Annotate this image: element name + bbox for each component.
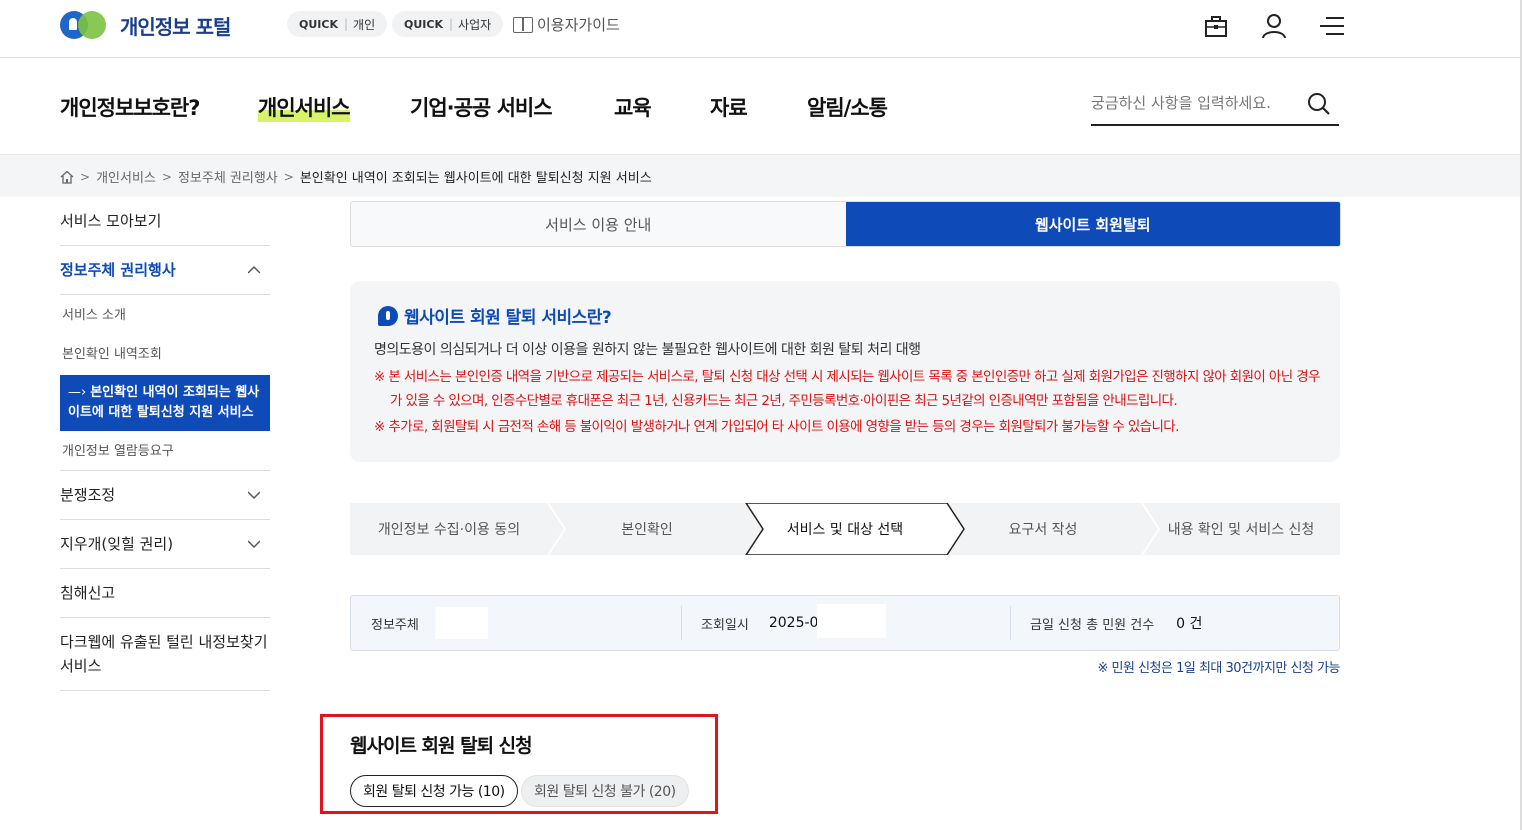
sidebar-item-label: 다크웹에 유출된 털린 내정보찾기 서비스 — [60, 633, 268, 675]
sidebar-item-rights[interactable]: 정보주체 권리행사 — [60, 246, 270, 295]
arrow-right-icon: —› — [68, 385, 87, 400]
info-note-1: ※ 본 서비스는 본인인증 내역을 기반으로 제공되는 서비스로, 탈퇴 신청 … — [374, 369, 1321, 409]
inquiry-status-box: 정보주체 조회일시 2025-0 금일 신청 총 민원 건수 0 건 — [350, 595, 1340, 651]
submenu-withdraw-service[interactable]: —› 본인확인 내역이 조회되는 웹사이트에 대한 탈퇴신청 지원 서비스 — [60, 375, 270, 431]
nav-about[interactable]: 개인정보보호란? — [60, 92, 200, 122]
sidebar-item-eraser[interactable]: 지우개(잊힐 권리) — [60, 520, 270, 569]
quick-personal-button[interactable]: QUICK | 개인 — [287, 11, 388, 37]
submenu-active-label: 본인확인 내역이 조회되는 웹사이트에 대한 탈퇴신청 지원 서비스 — [68, 385, 260, 420]
limit-note: ※ 민원 신청은 1일 최대 30건까지만 신청 가능 — [1097, 661, 1341, 676]
sidebar-item-label: 분쟁조정 — [60, 486, 116, 504]
sidebar-item-darkweb[interactable]: 다크웹에 유출된 털린 내정보찾기 서비스 — [60, 618, 270, 691]
count-label: 금일 신청 총 민원 건수 — [1030, 617, 1155, 633]
info-title-text: 웹사이트 회원 탈퇴 서비스란? — [404, 308, 612, 328]
sidebar-item-label: 침해신고 — [60, 584, 116, 602]
quick-tag: QUICK — [404, 17, 443, 31]
quick-tag: QUICK — [299, 17, 338, 31]
service-tabs: 서비스 이용 안내 웹사이트 회원탈퇴 — [350, 201, 1341, 247]
masked-subject — [435, 607, 488, 639]
breadcrumb-current: 본인확인 내역이 조회되는 웹사이트에 대한 탈퇴신청 지원 서비스 — [299, 171, 652, 186]
status-count: 금일 신청 총 민원 건수 0 건 — [1030, 596, 1202, 650]
breadcrumb-bar: > 개인서비스 > 정보주체 권리행사 > 본인확인 내역이 조회되는 웹사이트… — [0, 155, 1522, 197]
status-time: 조회일시 2025-0 — [701, 596, 818, 650]
search-box — [1091, 87, 1339, 126]
info-description: 명의도용이 의심되거나 더 이상 이용을 원하지 않는 불필요한 웹사이트에 대… — [374, 342, 921, 358]
nav-resources[interactable]: 자료 — [710, 92, 748, 122]
info-bubble-icon — [378, 305, 398, 326]
top-bar: 개인정보 포털 QUICK | 개인 QUICK | 사업자 이용자가이드 — [0, 0, 1522, 58]
sidebar-item-report[interactable]: 침해신고 — [60, 569, 270, 618]
submenu-access-request[interactable]: 개인정보 열람등요구 — [60, 431, 270, 471]
tab-withdraw-impossible[interactable]: 회원 탈퇴 신청 불가 (20) — [521, 775, 689, 807]
search-input[interactable] — [1091, 87, 1301, 119]
nav-business-service[interactable]: 기업·공공 서비스 — [410, 92, 553, 122]
sidebar-item-label: 서비스 모아보기 — [60, 212, 162, 230]
sidebar-item-label: 정보주체 권리행사 — [60, 261, 176, 279]
breadcrumb-item[interactable]: 정보주체 권리행사 — [178, 167, 278, 186]
subject-label: 정보주체 — [371, 617, 419, 633]
step-identity: 본인확인 — [621, 522, 673, 538]
sidebar-submenu: 서비스 소개 본인확인 내역조회 —› 본인확인 내역이 조회되는 웹사이트에 대… — [60, 295, 270, 471]
step-write-request: 요구서 작성 — [1008, 522, 1078, 538]
user-icon[interactable] — [1260, 12, 1288, 40]
nav-education[interactable]: 교육 — [614, 92, 652, 122]
breadcrumb-item[interactable]: 개인서비스 — [96, 167, 156, 186]
tab-withdraw-possible[interactable]: 회원 탈퇴 신청 가능 (10) — [350, 775, 518, 807]
nav-personal-service[interactable]: 개인서비스 — [258, 92, 351, 122]
count-value: 0 건 — [1176, 616, 1203, 632]
briefcase-icon[interactable] — [1202, 12, 1230, 40]
quick-personal-label: 개인 — [353, 17, 376, 32]
book-icon — [513, 16, 533, 33]
logo-icon — [60, 10, 108, 40]
submenu-service-intro[interactable]: 서비스 소개 — [60, 297, 270, 335]
portal-logo[interactable]: 개인정보 포털 — [60, 10, 231, 40]
sidebar-item-service-collection[interactable]: 서비스 모아보기 — [60, 197, 270, 246]
user-guide-link[interactable]: 이용자가이드 — [513, 14, 620, 35]
home-icon[interactable] — [60, 170, 74, 184]
step-consent: 개인정보 수집·이용 동의 — [377, 522, 521, 538]
info-note-2: ※ 추가로, 회원탈퇴 시 금전적 손해 등 불이익이 발생하거나 연계 가입되… — [374, 419, 1179, 435]
chevron-right-icon: > — [161, 169, 172, 184]
logo-text: 개인정보 포털 — [120, 14, 231, 39]
sidebar-menu: 서비스 모아보기 정보주체 권리행사 서비스 소개 본인확인 내역조회 —› 본인… — [60, 197, 270, 691]
quick-business-label: 사업자 — [458, 17, 492, 32]
breadcrumb: > 개인서비스 > 정보주체 권리행사 > 본인확인 내역이 조회되는 웹사이트… — [60, 167, 652, 186]
sidebar-item-label: 지우개(잊힐 권리) — [60, 535, 174, 553]
submenu-auth-history[interactable]: 본인확인 내역조회 — [60, 335, 270, 375]
nav-notice[interactable]: 알림/소통 — [807, 92, 888, 122]
step-confirm-apply: 내용 확인 및 서비스 신청 — [1167, 522, 1315, 538]
withdraw-title: 웹사이트 회원 탈퇴 신청 — [350, 735, 533, 757]
progress-steps: 개인정보 수집·이용 동의 본인확인 서비스 및 대상 선택 요구서 작성 내용… — [350, 503, 1340, 555]
info-title: 웹사이트 회원 탈퇴 서비스란? — [378, 303, 612, 328]
user-guide-label: 이용자가이드 — [537, 16, 620, 34]
chevron-down-icon[interactable] — [248, 489, 260, 501]
step-select-target: 서비스 및 대상 선택 — [786, 522, 904, 538]
quick-business-button[interactable]: QUICK | 사업자 — [392, 11, 504, 37]
search-icon[interactable] — [1307, 92, 1331, 116]
time-label: 조회일시 — [701, 617, 749, 633]
menu-icon[interactable] — [1318, 12, 1346, 40]
service-info-box: 웹사이트 회원 탈퇴 서비스란? 명의도용이 의심되거나 더 이상 이용을 원하… — [350, 281, 1340, 462]
chevron-right-icon: > — [283, 169, 294, 184]
chevron-up-icon[interactable] — [248, 264, 260, 276]
tab-website-withdraw[interactable]: 웹사이트 회원탈퇴 — [845, 202, 1340, 246]
time-value: 2025-0 — [768, 615, 819, 631]
chevron-right-icon: > — [80, 169, 91, 184]
chevron-down-icon[interactable] — [248, 538, 260, 550]
status-subject: 정보주체 — [371, 596, 439, 650]
sidebar-item-dispute[interactable]: 분쟁조정 — [60, 471, 270, 520]
masked-time — [817, 604, 886, 638]
main-nav: 개인정보보호란? 개인서비스 기업·공공 서비스 교육 자료 알림/소통 — [0, 59, 1522, 155]
tab-service-guide[interactable]: 서비스 이용 안내 — [351, 202, 846, 246]
